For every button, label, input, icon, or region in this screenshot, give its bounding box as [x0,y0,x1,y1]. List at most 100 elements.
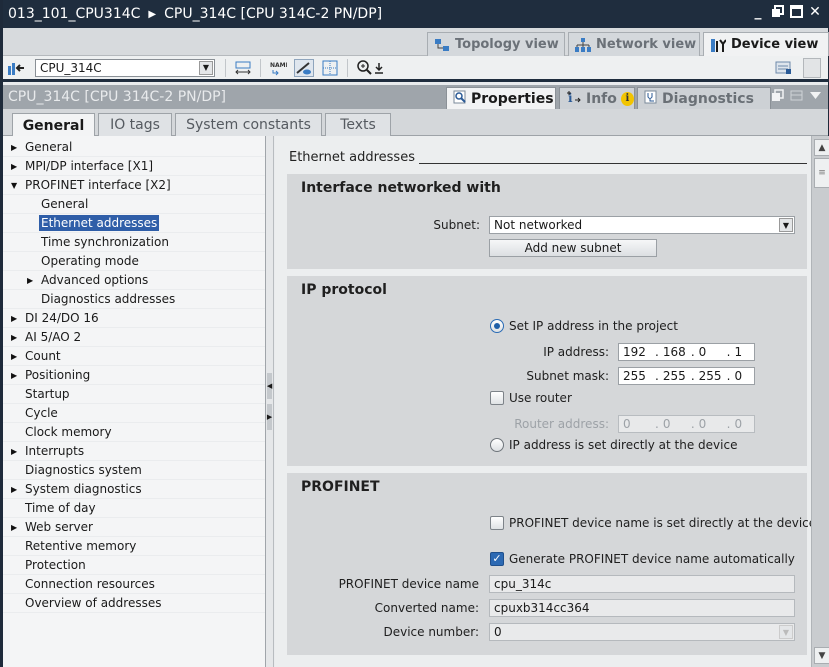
minimize-icon[interactable]: _ [751,5,765,19]
set-ip-in-project-radio[interactable] [490,319,504,333]
maximize-icon[interactable] [789,5,803,19]
content-scrollbar[interactable]: ▲ ≡ ▼ [811,136,829,667]
panel-splitter[interactable]: ◀ ▶ [266,136,274,667]
expand-right-icon[interactable]: ▶ [267,404,272,430]
ip-set-at-device-radio[interactable] [490,438,504,452]
collapsed-arrow-icon[interactable]: ▶ [11,371,19,380]
subtab-io-tags[interactable]: IO tags [98,113,172,136]
breadcrumb-device[interactable]: CPU_314C [CPU 314C-2 PN/DP] [164,6,382,22]
show-label-icon[interactable]: NAME [268,59,288,77]
tab-diagnostics[interactable]: Diagnostics [637,87,771,109]
mask-octet: 0 [734,369,743,383]
breadcrumb-project[interactable]: 013_101_CPU314C [8,6,140,22]
properties-content: Ethernet addresses Interface networked w… [275,136,811,667]
tree-item[interactable]: Retentive memory [3,537,265,556]
show-module-name-icon[interactable] [233,59,253,77]
collapsed-arrow-icon[interactable]: ▶ [11,162,19,171]
network-icon [575,37,591,52]
subnet-mask-input[interactable]: 255. 255. 255. 0 [618,367,755,385]
tree-item[interactable]: Clock memory [3,423,265,442]
tree-item[interactable]: ▶ Positioning [3,366,265,385]
tree-item[interactable]: General [3,195,265,214]
device-number-value: 0 [494,625,502,639]
use-router-checkbox[interactable] [490,391,504,405]
tab-info[interactable]: i Info i [559,87,635,109]
collapsed-arrow-icon[interactable]: ▶ [11,314,19,323]
tree-item[interactable]: Protection [3,556,265,575]
ip-address-input[interactable]: 192. 168. 0. 1 [618,343,755,361]
converted-name-input[interactable]: cpuxb314cc364 [489,599,795,617]
device-icon [710,38,727,52]
tree-item[interactable]: ▶ MPI/DP interface [X1] [3,157,265,176]
tree-item[interactable]: ▶ Web server [3,518,265,537]
tree-item[interactable]: ▶ Interrupts [3,442,265,461]
scroll-up-icon[interactable]: ▲ [814,139,829,156]
expanded-arrow-icon[interactable]: ▼ [11,181,19,190]
collapsed-arrow-icon[interactable]: ▶ [11,143,19,152]
tree-item[interactable]: Connection resources [3,575,265,594]
tree-item[interactable]: ▼ PROFINET interface [X2] [3,176,265,195]
collapsed-arrow-icon[interactable]: ▶ [27,276,35,285]
chevron-down-icon[interactable]: ▼ [199,60,213,75]
chevron-down-icon[interactable]: ▼ [779,625,793,639]
device-select[interactable]: CPU_314C ▼ [35,58,215,77]
tab-topology-view[interactable]: Topology view [427,32,565,56]
device-name-value: cpu_314c [494,577,552,591]
tree-item[interactable]: Startup [3,385,265,404]
tree-item[interactable]: Overview of addresses [3,594,265,613]
maximize-panel-icon[interactable] [790,89,803,105]
info-badge-icon: i [620,91,634,106]
router-address-input[interactable]: 0.0.0.0 [618,415,755,433]
tree-item[interactable]: ▶ System diagnostics [3,480,265,499]
name-set-at-device-checkbox[interactable] [490,516,504,530]
collapsed-arrow-icon[interactable]: ▶ [11,333,19,342]
device-number-select[interactable]: 0 ▼ [489,623,795,641]
tree-item[interactable]: Cycle [3,404,265,423]
zoom-icon[interactable] [355,59,375,77]
collapsed-arrow-icon[interactable]: ▶ [11,485,19,494]
tree-item[interactable]: ▶ DI 24/DO 16 [3,309,265,328]
tab-properties[interactable]: Properties [446,87,556,109]
float-window-icon[interactable] [771,89,784,105]
inspector-title: CPU_314C [CPU 314C-2 PN/DP] [8,89,227,105]
chevron-down-icon[interactable]: ▼ [779,218,793,232]
tree-item[interactable]: Operating mode [3,252,265,271]
collapsed-arrow-icon[interactable]: ▶ [11,352,19,361]
subtab-system-constants[interactable]: System constants [175,113,322,136]
collapse-left-icon[interactable]: ◀ [267,373,272,399]
subtab-texts[interactable]: Texts [325,113,391,136]
tree-item[interactable]: Time synchronization [3,233,265,252]
zoom-dropdown-icon[interactable] [374,59,384,77]
scroll-thumb[interactable]: ≡ [814,158,829,188]
converted-name-value: cpuxb314cc364 [494,601,590,615]
tree-item[interactable]: Diagnostics addresses [3,290,265,309]
name-set-at-device-label: PROFINET device name is set directly at … [509,516,811,530]
collapse-panel-icon[interactable] [809,89,822,105]
close-icon[interactable]: ✕ [808,5,822,19]
device-overview-icon[interactable] [6,59,26,77]
tree-item[interactable]: ▶ General [3,138,265,157]
restore-icon[interactable] [770,5,784,19]
tree-item[interactable]: Diagnostics system [3,461,265,480]
router-octet: 0 [662,417,671,431]
tab-network-view[interactable]: Network view [568,32,700,56]
tab-device-view[interactable]: Device view [703,32,829,56]
scroll-down-icon[interactable]: ▼ [814,647,829,664]
page-break-icon[interactable] [294,58,314,77]
add-new-subnet-button[interactable]: Add new subnet [489,239,657,257]
device-name-input[interactable]: cpu_314c [489,575,795,593]
collapsed-arrow-icon[interactable]: ▶ [11,447,19,456]
grid-icon[interactable] [320,59,340,77]
tree-item[interactable]: Time of day [3,499,265,518]
tree-item[interactable]: Ethernet addresses [3,214,265,233]
tree-item[interactable]: ▶ Advanced options [3,271,265,290]
tree-item[interactable]: ▶ AI 5/AO 2 [3,328,265,347]
generate-name-auto-checkbox[interactable]: ✓ [490,552,504,566]
tree-item[interactable]: ▶ Count [3,347,265,366]
device-data-icon[interactable] [774,59,794,77]
breadcrumb-separator-icon: ▶ [148,8,157,20]
panel-collapse-button[interactable] [803,58,821,78]
collapsed-arrow-icon[interactable]: ▶ [11,523,19,532]
subnet-select[interactable]: Not networked ▼ [489,216,795,234]
subtab-general[interactable]: General [12,113,95,137]
